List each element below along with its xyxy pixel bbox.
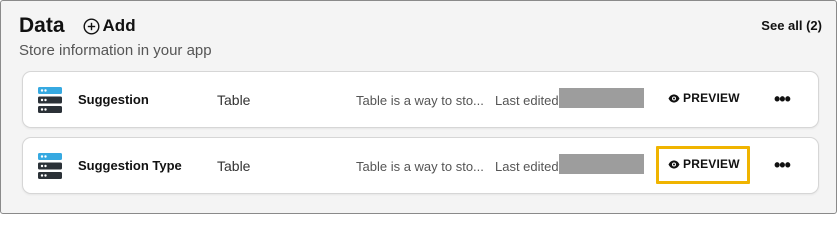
panel-header: Data Add: [19, 14, 136, 38]
row-last-edited-label: Last edited: [495, 93, 559, 108]
row-type: Table: [217, 158, 251, 174]
row-type: Table: [217, 92, 251, 108]
database-icon: [38, 87, 62, 113]
row-description: Table is a way to sto...: [356, 159, 484, 174]
row-description: Table is a way to sto...: [356, 93, 484, 108]
eye-icon: [668, 94, 680, 102]
preview-label: PREVIEW: [683, 91, 740, 105]
redacted-date: [559, 88, 644, 108]
redacted-date: [559, 154, 644, 174]
preview-highlight-box: [656, 146, 750, 184]
more-options-button[interactable]: •••: [774, 89, 791, 110]
table-row[interactable]: Suggestion Table Table is a way to sto..…: [22, 71, 819, 128]
row-name: Suggestion: [78, 92, 149, 107]
plus-circle-icon: [83, 17, 100, 35]
see-all-link[interactable]: See all (2): [761, 18, 822, 33]
panel-subtitle: Store information in your app: [19, 42, 212, 59]
row-last-edited-label: Last edited: [495, 159, 559, 174]
add-label: Add: [102, 16, 136, 35]
preview-button[interactable]: PREVIEW: [668, 91, 740, 105]
more-options-button[interactable]: •••: [774, 155, 791, 176]
panel-title: Data: [19, 14, 65, 37]
database-icon: [38, 153, 62, 179]
row-name: Suggestion Type: [78, 158, 182, 173]
add-data-button[interactable]: Add: [83, 16, 136, 36]
data-panel: Data Add Store information in your app S…: [0, 0, 837, 214]
